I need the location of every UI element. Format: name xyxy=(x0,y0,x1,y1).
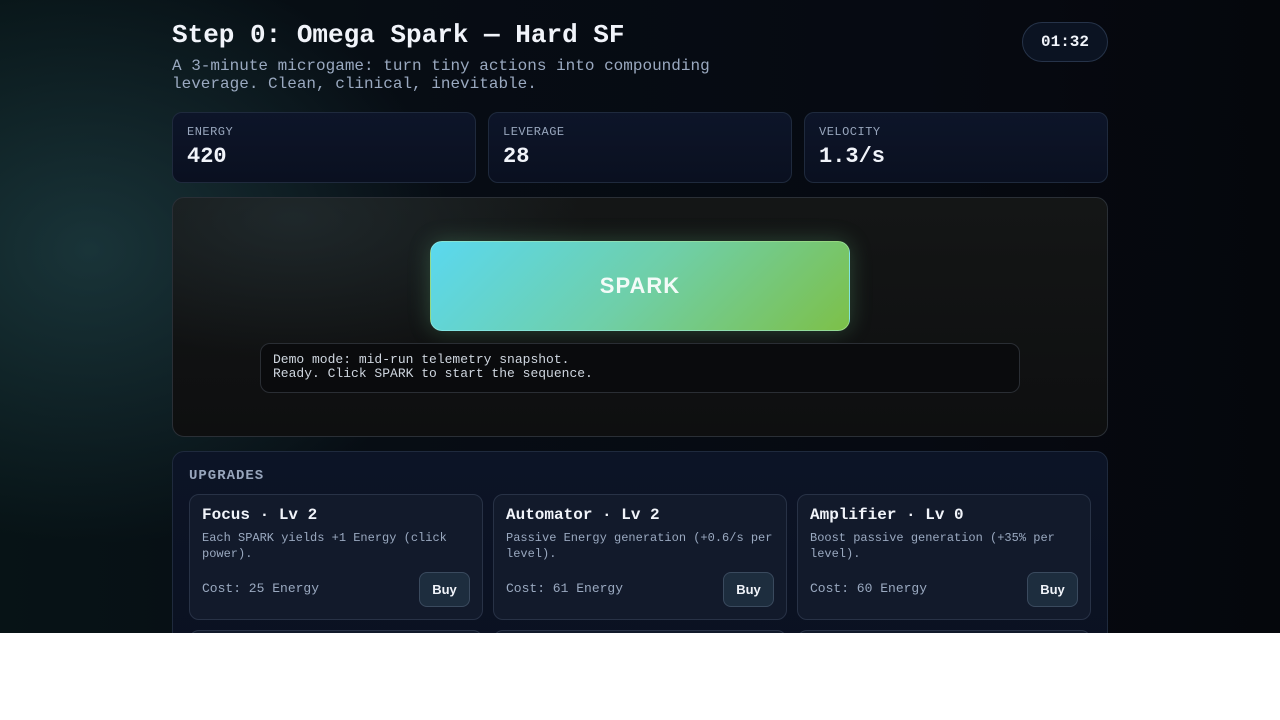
stat-velocity-value: 1.3/s xyxy=(819,144,886,169)
upgrade-title: Amplifier · Lv 0 xyxy=(810,506,964,524)
stat-velocity: VELOCITY 1.3/s xyxy=(804,112,1108,183)
upgrades-panel: UPGRADES Focus · Lv 2 Each SPARK yields … xyxy=(172,451,1108,633)
buy-automator-button[interactable]: Buy xyxy=(723,572,774,607)
upgrade-description: Passive Energy generation (+0.6/s per le… xyxy=(506,531,773,561)
stat-leverage: LEVERAGE 28 xyxy=(488,112,792,183)
game-viewport: Step 0: Omega Spark — Hard SF A 3-minute… xyxy=(0,0,1280,633)
upgrade-card-amplifier: Amplifier · Lv 0 Boost passive generatio… xyxy=(797,494,1091,620)
buy-focus-button[interactable]: Buy xyxy=(419,572,470,607)
stats-row: ENERGY 420 LEVERAGE 28 VELOCITY 1.3/s xyxy=(172,112,1108,183)
buy-amplifier-button[interactable]: Buy xyxy=(1027,572,1078,607)
upgrade-description: Each SPARK yields +1 Energy (click power… xyxy=(202,531,447,561)
stat-leverage-label: LEVERAGE xyxy=(503,125,565,139)
stat-leverage-value: 28 xyxy=(503,144,530,169)
stat-velocity-label: VELOCITY xyxy=(819,125,881,139)
stat-energy-value: 420 xyxy=(187,144,227,169)
play-panel: SPARK Demo mode: mid-run telemetry snaps… xyxy=(172,197,1108,437)
log-line: Demo mode: mid-run telemetry snapshot. xyxy=(273,352,570,367)
upgrade-card-partial xyxy=(189,630,483,633)
upgrade-cost: Cost: 60 Energy xyxy=(810,581,928,596)
stat-energy-label: ENERGY xyxy=(187,125,234,139)
upgrade-card-partial xyxy=(797,630,1091,633)
stat-energy: ENERGY 420 xyxy=(172,112,476,183)
upgrade-title: Focus · Lv 2 xyxy=(202,506,318,524)
page-subtitle: A 3-minute microgame: turn tiny actions … xyxy=(172,57,710,93)
upgrade-card-automator: Automator · Lv 2 Passive Energy generati… xyxy=(493,494,787,620)
upgrade-card-partial xyxy=(493,630,787,633)
upgrades-heading: UPGRADES xyxy=(189,468,265,484)
upgrade-title: Automator · Lv 2 xyxy=(506,506,660,524)
spark-button[interactable]: SPARK xyxy=(430,241,850,331)
log-line: Ready. Click SPARK to start the sequence… xyxy=(273,366,593,381)
upgrade-cost: Cost: 25 Energy xyxy=(202,581,320,596)
upgrade-card-focus: Focus · Lv 2 Each SPARK yields +1 Energy… xyxy=(189,494,483,620)
page-title: Step 0: Omega Spark — Hard SF xyxy=(172,20,625,50)
countdown-timer: 01:32 xyxy=(1022,22,1108,62)
telemetry-log: Demo mode: mid-run telemetry snapshot. R… xyxy=(260,343,1020,393)
upgrade-cost: Cost: 61 Energy xyxy=(506,581,624,596)
upgrade-description: Boost passive generation (+35% per level… xyxy=(810,531,1055,561)
